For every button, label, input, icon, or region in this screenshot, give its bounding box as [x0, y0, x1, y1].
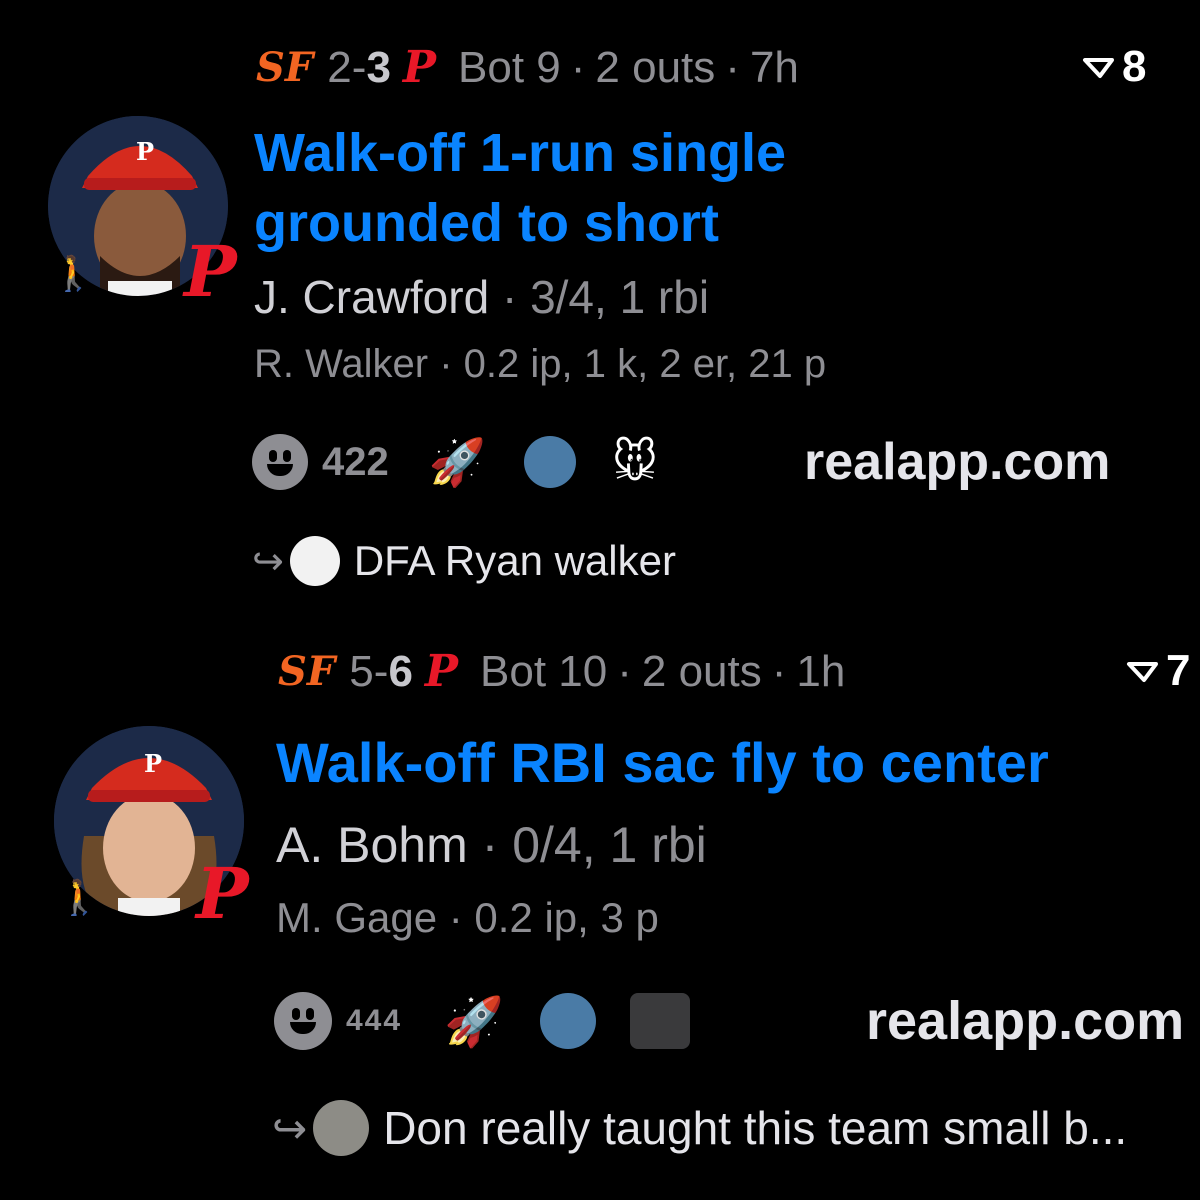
post-age: 7h	[749, 42, 799, 92]
inning: Bot 9	[458, 42, 561, 92]
headline-line-1: Walk-off 1-run single	[254, 123, 787, 183]
top-reply[interactable]: ↪ DFA Ryan walker	[252, 536, 676, 586]
separator-dot: ·	[448, 894, 463, 941]
batter-name: A. Bohm	[276, 817, 468, 873]
walking-person-icon: 🚶	[58, 879, 101, 917]
rocket-icon[interactable]: 🚀	[429, 435, 486, 490]
separator-dot: ·	[771, 646, 787, 696]
reply-avatar	[289, 536, 340, 586]
walking-person-icon: 🚶	[52, 255, 95, 293]
batter-stats: 0/4, 1 rbi	[512, 817, 707, 873]
pitcher-stats: 0.2 ip, 3 p	[474, 894, 659, 941]
play-headline[interactable]: Walk-off 1-run single grounded to short	[254, 118, 786, 258]
headline-line-2: grounded to short	[254, 193, 719, 253]
game-meta: SF 5 - 6 P Bot 10 · 2 outs · 1h	[278, 646, 845, 697]
site-link[interactable]: realapp.com	[804, 432, 1110, 492]
outs: 2 outs	[595, 42, 716, 92]
home-score: 6	[388, 646, 413, 696]
reply-count[interactable]: 7	[1126, 646, 1190, 696]
pitcher-name: M. Gage	[276, 894, 438, 941]
svg-text:P: P	[136, 137, 154, 166]
phillies-logo-icon: P	[402, 42, 437, 93]
giants-logo-icon: SF	[278, 648, 336, 695]
top-reply[interactable]: ↪ Don really taught this team small b...	[272, 1100, 1127, 1156]
separator-dot: ·	[481, 817, 499, 873]
pitcher-line: R. Walker · 0.2 ip, 1 k, 2 er, 21 p	[254, 342, 826, 387]
reply-count-value: 8	[1122, 42, 1147, 91]
smiley-reaction-icon[interactable]	[274, 992, 332, 1050]
site-link[interactable]: realapp.com	[866, 990, 1184, 1052]
reply-text: DFA Ryan walker	[353, 537, 676, 584]
score-separator: -	[373, 646, 389, 696]
separator-dot: ·	[501, 271, 518, 323]
batter-stats: 3/4, 1 rbi	[530, 271, 710, 323]
reply-count[interactable]: 8	[1082, 42, 1146, 92]
reaction-count: 444	[346, 1004, 403, 1037]
user-avatar-icon[interactable]	[629, 993, 690, 1049]
reply-arrow-icon: ↪	[252, 540, 284, 583]
outs: 2 outs	[641, 646, 762, 696]
batter-line: A. Bohm · 0/4, 1 rbi	[276, 816, 707, 874]
cat-avatar-icon	[313, 1100, 370, 1156]
cartoon-mouse-icon[interactable]: 🐭	[612, 437, 658, 488]
separator-dot: ·	[570, 42, 586, 92]
smiley-reaction-icon[interactable]	[252, 434, 308, 490]
inning: Bot 10	[480, 646, 608, 696]
away-score: 2	[327, 42, 352, 92]
reaction-count: 422	[322, 439, 389, 484]
rocket-icon[interactable]: 🚀	[444, 993, 504, 1050]
phillies-logo-icon: P	[424, 646, 459, 697]
reply-count-icon	[1083, 58, 1114, 78]
batter-line: J. Crawford · 3/4, 1 rbi	[254, 270, 709, 324]
score-separator: -	[351, 42, 367, 92]
batter-name: J. Crawford	[254, 271, 490, 323]
pitcher-line: M. Gage · 0.2 ip, 3 p	[276, 894, 659, 942]
play-headline[interactable]: Walk-off RBI sac fly to center	[276, 728, 1049, 798]
blue-circle-icon[interactable]	[539, 993, 596, 1049]
separator-dot: ·	[725, 42, 740, 92]
post-age: 1h	[796, 646, 846, 696]
pitcher-name: R. Walker	[254, 342, 429, 386]
giants-logo-icon: SF	[256, 44, 314, 91]
blue-circle-icon[interactable]	[524, 436, 577, 488]
svg-text:P: P	[144, 749, 162, 778]
home-score: 3	[366, 42, 391, 92]
reply-text: Don really taught this team small b...	[383, 1102, 1128, 1154]
pitcher-stats: 0.2 ip, 1 k, 2 er, 21 p	[463, 342, 827, 386]
reactions-row[interactable]: 444 🚀	[274, 992, 690, 1050]
team-badge-icon: P	[196, 852, 249, 935]
away-score: 5	[349, 646, 374, 696]
game-meta: SF 2 - 3 P Bot 9 · 2 outs · 7h	[256, 42, 799, 93]
separator-dot: ·	[439, 342, 453, 386]
reply-count-icon	[1127, 662, 1158, 682]
headline-line-1: Walk-off RBI sac fly to center	[276, 731, 1049, 794]
reply-count-value: 7	[1166, 646, 1191, 695]
separator-dot: ·	[617, 646, 632, 696]
team-badge-icon: P	[184, 230, 237, 313]
reply-arrow-icon: ↪	[272, 1104, 308, 1152]
reactions-row[interactable]: 422 🚀 🐭	[252, 434, 658, 490]
